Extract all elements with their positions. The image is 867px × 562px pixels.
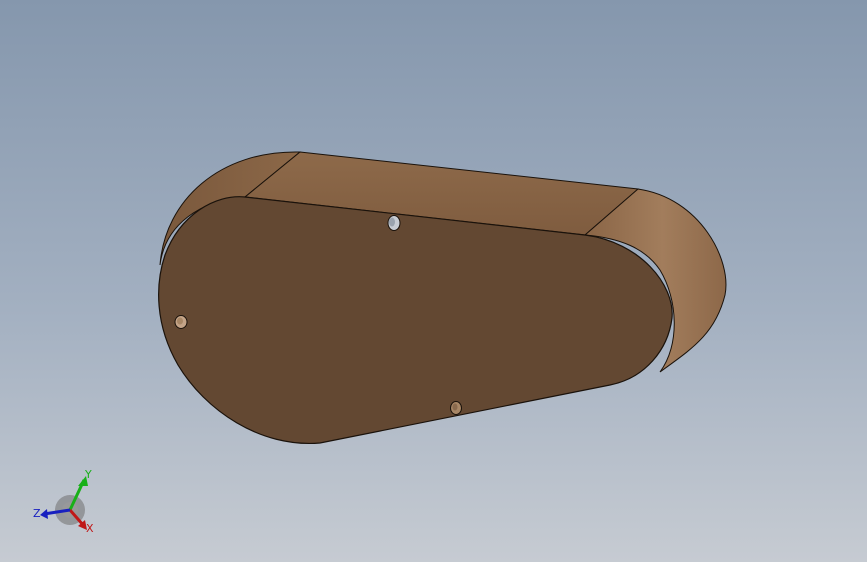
y-axis-label: Y bbox=[84, 468, 92, 481]
3d-model-view[interactable] bbox=[0, 0, 867, 562]
hole-top-shadow bbox=[389, 217, 395, 227]
z-axis-arrow-icon bbox=[40, 509, 48, 519]
hole-left-inner bbox=[177, 317, 183, 325]
hole-bottom-inner bbox=[452, 403, 458, 411]
orientation-triad: Y X Z bbox=[33, 468, 94, 535]
z-axis-label: Z bbox=[33, 507, 41, 520]
graphics-viewport[interactable]: Y X Z bbox=[0, 0, 867, 562]
x-axis-label: X bbox=[86, 522, 94, 535]
